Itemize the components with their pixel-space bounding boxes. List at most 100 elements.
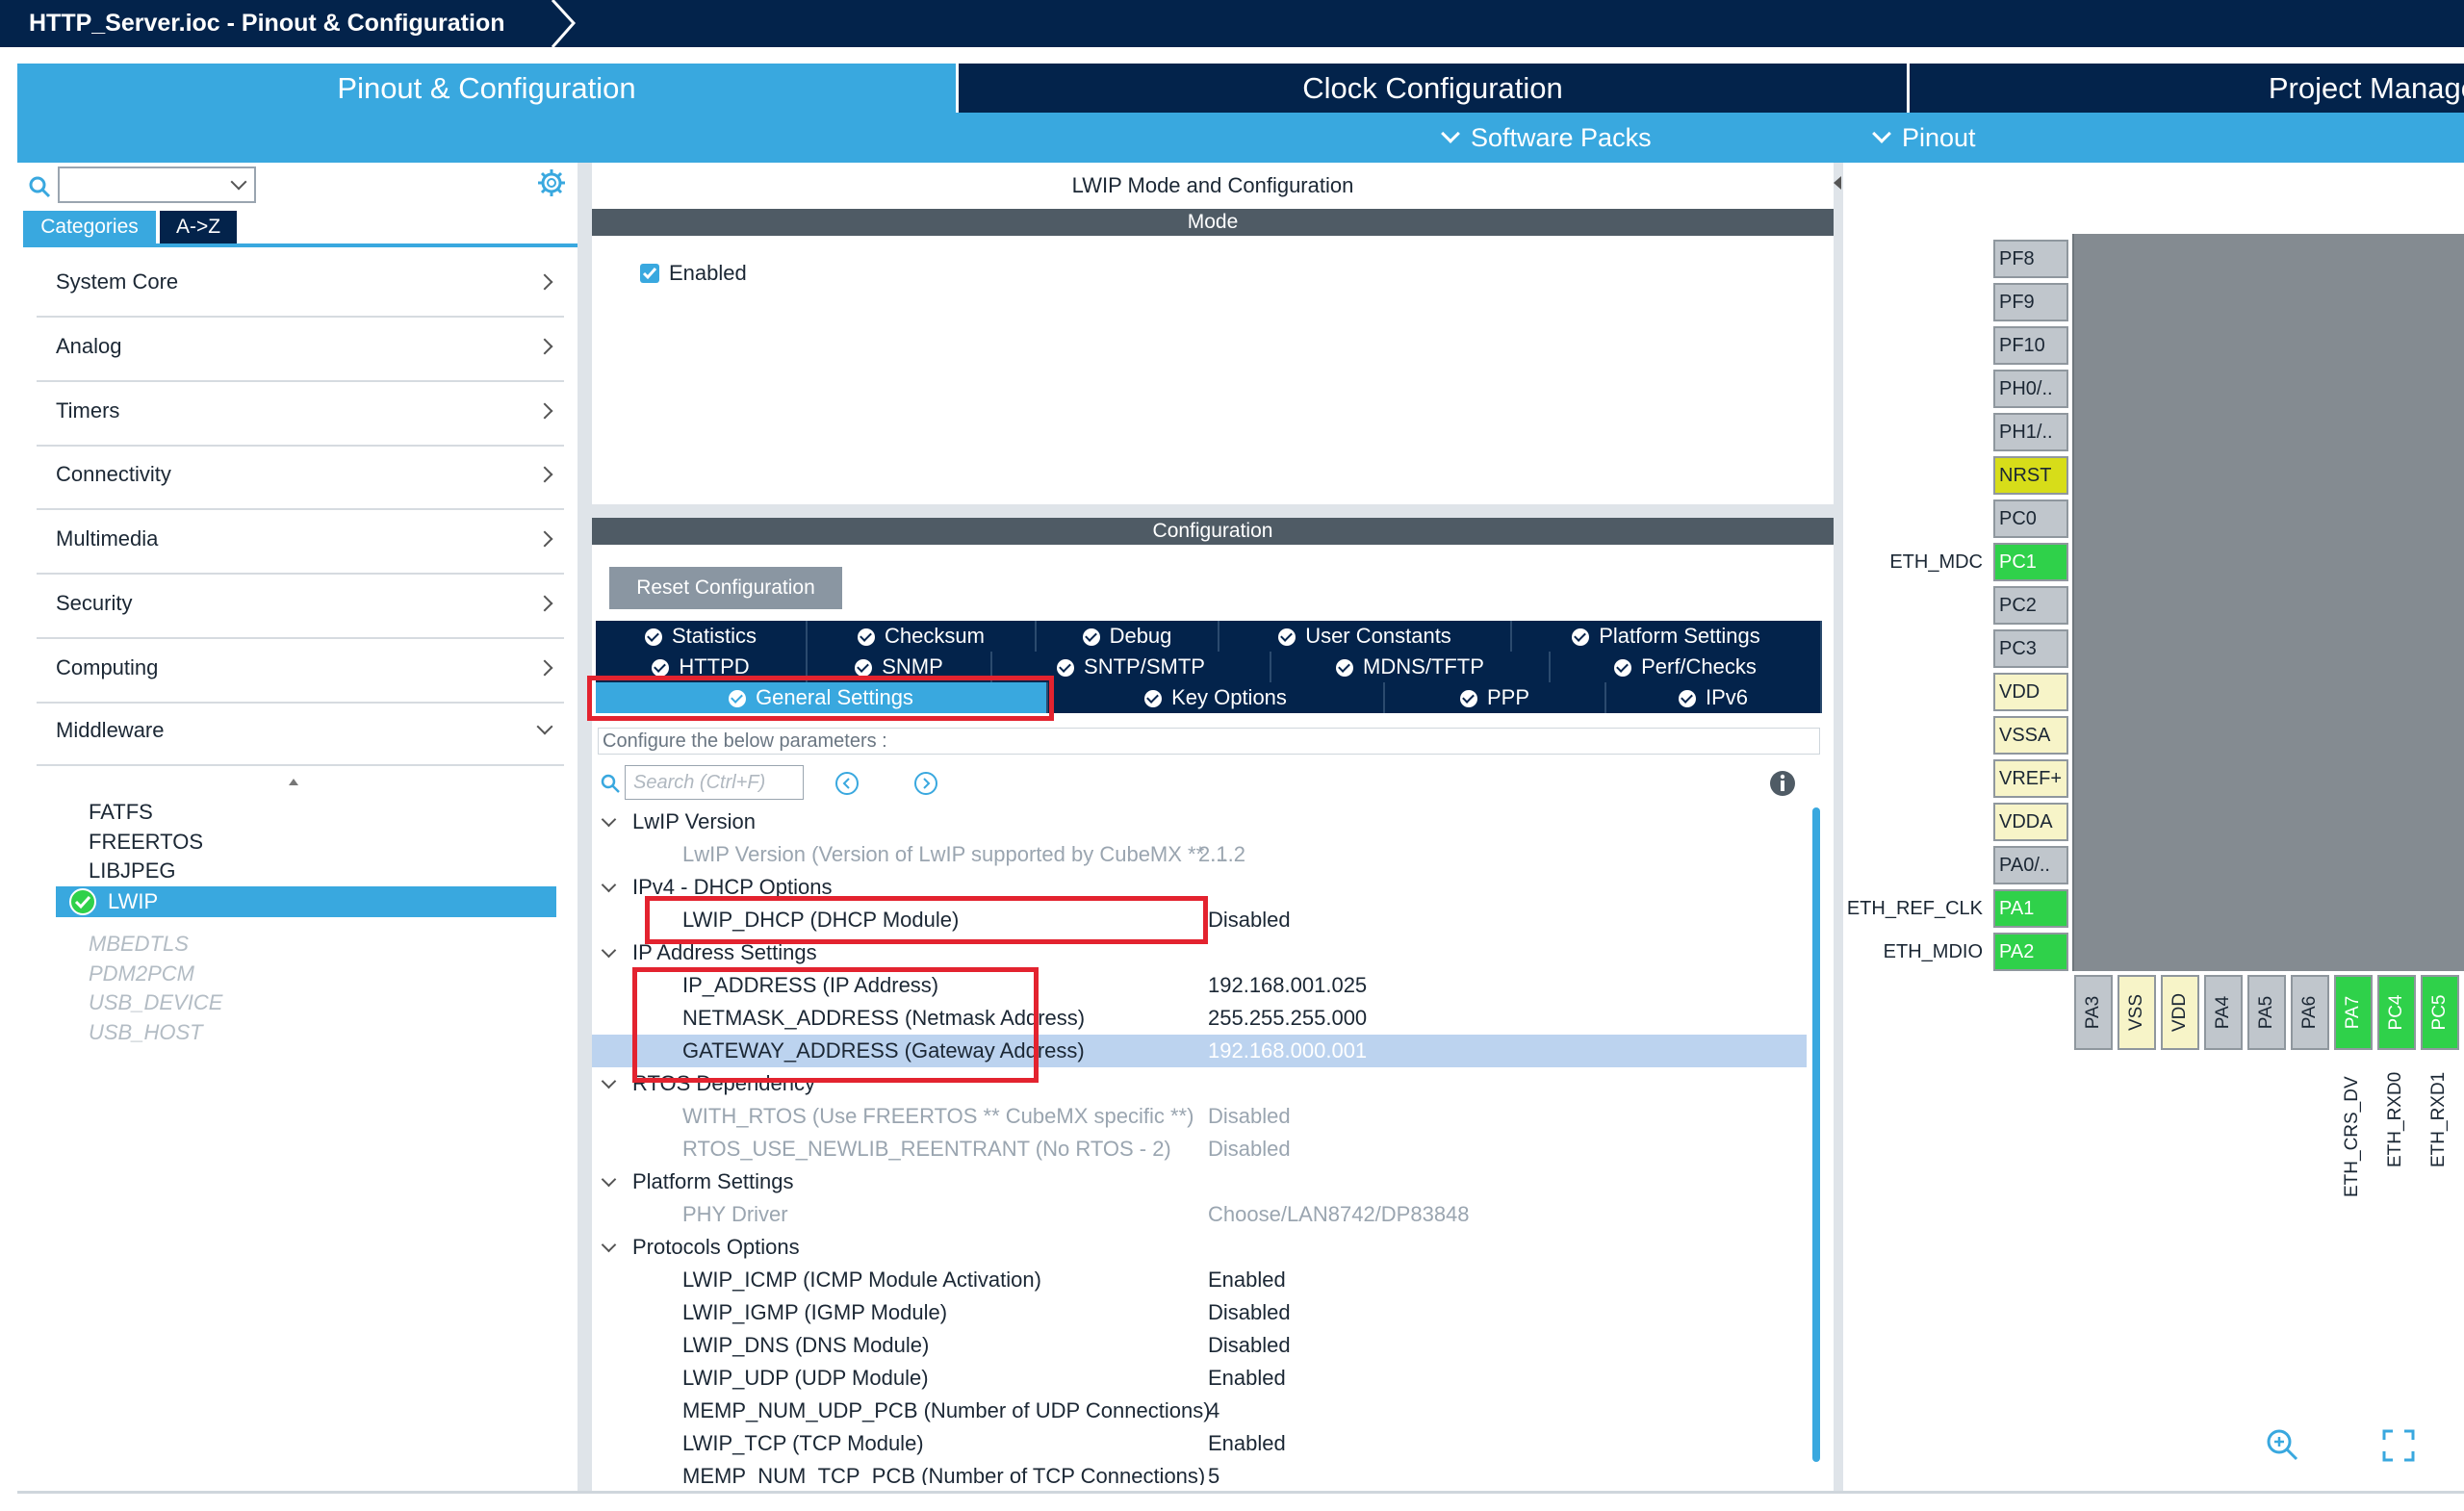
tab-platform-settings[interactable]: Platform Settings <box>1512 621 1822 652</box>
pin-pa6[interactable]: PA6 <box>2291 975 2329 1050</box>
pin-pa3[interactable]: PA3 <box>2074 975 2113 1050</box>
category-computing[interactable]: Computing <box>37 639 564 704</box>
gear-icon[interactable] <box>537 168 566 197</box>
category-connectivity[interactable]: Connectivity <box>37 446 564 510</box>
param-row[interactable]: MEMP_NUM_UDP_PCB (Number of UDP Connecti… <box>592 1395 1807 1427</box>
info-icon[interactable] <box>1768 769 1797 798</box>
middleware-item-usb-device[interactable]: USB_DEVICE <box>89 988 222 1017</box>
pin-pf9[interactable]: PF9 <box>1993 283 2068 321</box>
pin-pa1[interactable]: PA1 <box>1993 889 2068 928</box>
middleware-item-libjpeg[interactable]: LIBJPEG <box>89 857 175 885</box>
pinout-menu[interactable]: Pinout <box>1872 113 1976 163</box>
tab-checksum[interactable]: Checksum <box>808 621 1037 652</box>
param-row[interactable]: IP_ADDRESS (IP Address) 192.168.001.025 <box>592 969 1807 1002</box>
tab-project-manager[interactable]: Project Manage <box>1910 64 2464 113</box>
pin-pa5[interactable]: PA5 <box>2247 975 2286 1050</box>
vertical-scrollbar[interactable] <box>1812 807 1820 1462</box>
mode-config-splitter[interactable] <box>592 504 1834 518</box>
pin-vref[interactable]: VREF+ <box>1993 759 2068 798</box>
pin-pc5[interactable]: PC5 <box>2421 975 2459 1050</box>
middleware-item-fatfs[interactable]: FATFS <box>89 798 153 827</box>
param-row[interactable]: NETMASK_ADDRESS (Netmask Address) 255.255… <box>592 1002 1807 1035</box>
middleware-item-usb-host[interactable]: USB_HOST <box>89 1018 203 1047</box>
collapse-arrow-icon[interactable] <box>1834 176 1841 190</box>
tab-a-z[interactable]: A->Z <box>160 211 237 243</box>
pin-vdda[interactable]: VDDA <box>1993 803 2068 841</box>
tab-categories[interactable]: Categories <box>23 211 156 243</box>
next-result-icon[interactable] <box>913 771 938 796</box>
category-analog[interactable]: Analog <box>37 318 564 382</box>
software-packs-menu[interactable]: Software Packs <box>1441 113 1652 163</box>
tab-ipv6[interactable]: IPv6 <box>1606 682 1822 713</box>
section-lwip-version[interactable]: LwIP Version <box>592 806 1807 838</box>
left-splitter[interactable] <box>578 163 592 1491</box>
param-row[interactable]: LWIP_DHCP (DHCP Module) Disabled <box>592 904 1807 936</box>
chevron-down-icon[interactable] <box>230 173 247 191</box>
pin-ph1[interactable]: PH1/.. <box>1993 413 2068 451</box>
section-platform-settings[interactable]: Platform Settings <box>592 1165 1807 1198</box>
pin-pa7[interactable]: PA7 <box>2334 975 2373 1050</box>
pin-vdd-bottom[interactable]: VDD <box>2161 975 2199 1050</box>
pin-pc2[interactable]: PC2 <box>1993 586 2068 625</box>
tab-perf-checks[interactable]: Perf/Checks <box>1551 652 1822 682</box>
category-security[interactable]: Security <box>37 575 564 639</box>
pin-nrst[interactable]: NRST <box>1993 456 2068 495</box>
pin-vssa[interactable]: VSSA <box>1993 716 2068 755</box>
category-timers[interactable]: Timers <box>37 382 564 447</box>
fullscreen-icon[interactable] <box>2382 1429 2415 1462</box>
category-search-input[interactable] <box>58 166 256 203</box>
tab-key-options[interactable]: Key Options <box>1048 682 1385 713</box>
param-row[interactable]: LWIP_ICMP (ICMP Module Activation) Enable… <box>592 1264 1807 1296</box>
param-row[interactable]: RTOS_USE_NEWLIB_REENTRANT (No RTOS - 2) D… <box>592 1133 1807 1165</box>
tab-clock-configuration[interactable]: Clock Configuration <box>959 64 1907 113</box>
tab-pinout-configuration[interactable]: Pinout & Configuration <box>17 64 956 113</box>
category-system-core[interactable]: System Core <box>37 253 564 318</box>
pin-pa0[interactable]: PA0/.. <box>1993 846 2068 884</box>
tab-general-settings[interactable]: General Settings <box>596 682 1048 713</box>
param-row[interactable]: MEMP_NUM_TCP_PCB (Number of TCP Connecti… <box>592 1460 1807 1485</box>
category-multimedia[interactable]: Multimedia <box>37 510 564 575</box>
tab-debug[interactable]: Debug <box>1037 621 1219 652</box>
tab-user-constants[interactable]: User Constants <box>1219 621 1512 652</box>
middleware-item-lwip[interactable]: LWIP <box>56 886 556 917</box>
right-splitter[interactable] <box>1834 163 1843 1491</box>
tab-mdns-tftp[interactable]: MDNS/TFTP <box>1271 652 1551 682</box>
middleware-item-freertos[interactable]: FREERTOS <box>89 828 203 857</box>
pin-ph0[interactable]: PH0/.. <box>1993 370 2068 408</box>
reset-configuration-button[interactable]: Reset Configuration <box>609 567 842 609</box>
pin-vdd[interactable]: VDD <box>1993 673 2068 711</box>
section-ipv4-dhcp-options[interactable]: IPv4 - DHCP Options <box>592 871 1807 904</box>
pin-pc4[interactable]: PC4 <box>2377 975 2416 1050</box>
section-rtos-dependency[interactable]: RTOS Dependency <box>592 1067 1807 1100</box>
tab-ppp[interactable]: PPP <box>1385 682 1606 713</box>
param-row[interactable]: LWIP_UDP (UDP Module) Enabled <box>592 1362 1807 1395</box>
param-row[interactable]: LWIP_TCP (TCP Module) Enabled <box>592 1427 1807 1460</box>
param-row[interactable]: LWIP_IGMP (IGMP Module) Disabled <box>592 1296 1807 1329</box>
section-protocols-options[interactable]: Protocols Options <box>592 1231 1807 1264</box>
category-middleware[interactable]: Middleware <box>37 702 564 766</box>
tab-statistics[interactable]: Statistics <box>596 621 808 652</box>
enabled-checkbox[interactable] <box>640 264 659 283</box>
pin-pa2[interactable]: PA2 <box>1993 933 2068 971</box>
param-row[interactable]: LWIP_DNS (DNS Module) Disabled <box>592 1329 1807 1362</box>
section-ip-address-settings[interactable]: IP Address Settings <box>592 936 1807 969</box>
middleware-item-mbedtls[interactable]: MBEDTLS <box>89 930 189 959</box>
param-row-selected[interactable]: GATEWAY_ADDRESS (Gateway Address) 192.168… <box>592 1035 1807 1067</box>
param-row[interactable]: WITH_RTOS (Use FREERTOS ** CubeMX specif… <box>592 1100 1807 1133</box>
pin-pf8[interactable]: PF8 <box>1993 240 2068 278</box>
pin-pc3[interactable]: PC3 <box>1993 629 2068 668</box>
param-row[interactable]: PHY Driver Choose/LAN8742/DP83848 <box>592 1198 1807 1231</box>
zoom-in-icon[interactable] <box>2265 1427 2299 1462</box>
pin-vss[interactable]: VSS <box>2118 975 2156 1050</box>
pin-pf10[interactable]: PF10 <box>1993 326 2068 365</box>
tab-httpd[interactable]: HTTPD <box>596 652 808 682</box>
middleware-item-pdm2pcm[interactable]: PDM2PCM <box>89 960 194 988</box>
param-row[interactable]: LwIP Version (Version of LwIP supported … <box>592 838 1807 871</box>
pin-pa4[interactable]: PA4 <box>2204 975 2243 1050</box>
tab-snmp[interactable]: SNMP <box>808 652 992 682</box>
pin-pc1[interactable]: PC1 <box>1993 543 2068 581</box>
pin-pc0[interactable]: PC0 <box>1993 499 2068 538</box>
parameter-search-input[interactable]: Search (Ctrl+F) <box>625 765 804 800</box>
tab-sntp-smtp[interactable]: SNTP/SMTP <box>992 652 1271 682</box>
previous-result-icon[interactable] <box>834 771 860 796</box>
